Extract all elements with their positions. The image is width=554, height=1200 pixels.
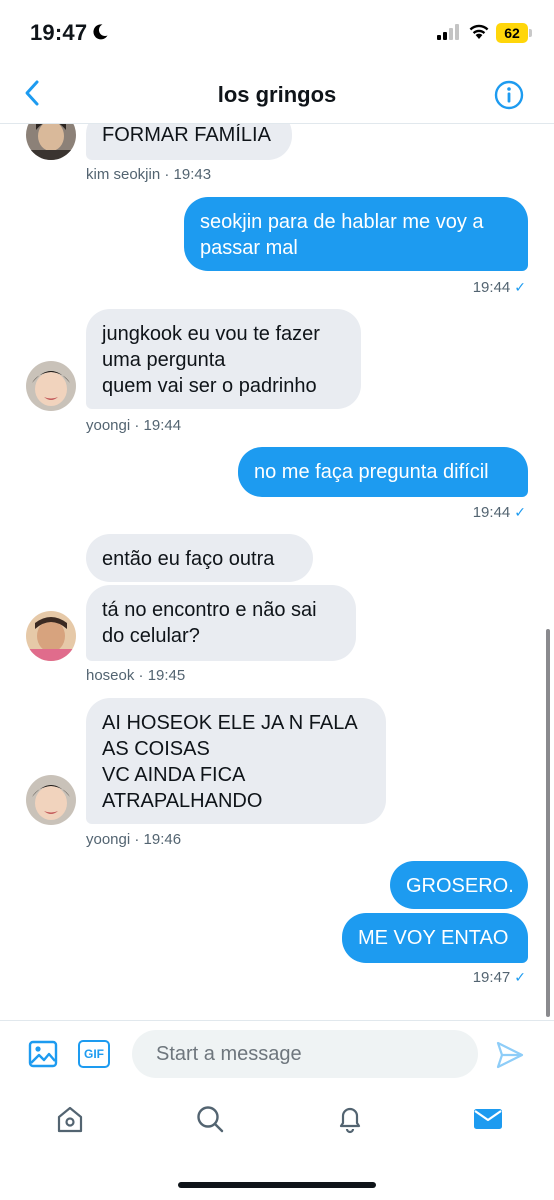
message-bubble[interactable]: GROSERO. <box>390 861 528 909</box>
battery-indicator: 62 <box>496 23 532 43</box>
mail-icon[interactable] <box>473 1104 503 1134</box>
scrollbar-thumb[interactable] <box>546 629 550 1017</box>
avatar-yoongi[interactable] <box>26 775 76 825</box>
search-icon[interactable] <box>195 1104 225 1134</box>
message-bubble[interactable]: AI HOSEOK ELE JA N FALA AS COISAS VC AIN… <box>86 698 386 824</box>
message-meta: hoseok · 19:45 <box>86 667 186 684</box>
status-time: 19:47 <box>30 20 88 45</box>
message-time: 19:47 <box>472 969 511 986</box>
message-bubble[interactable]: FORMAR FAMÍLIA <box>86 124 292 160</box>
message-bubble[interactable]: no me faça pregunta difícil <box>238 447 528 497</box>
read-receipt-icon: ✓ <box>514 279 526 295</box>
gif-icon[interactable]: GIF <box>78 1040 110 1068</box>
message-time: 19:44 <box>472 504 511 521</box>
message-bubble[interactable]: seokjin para de hablar me voy a passar m… <box>184 197 528 271</box>
read-receipt-icon: ✓ <box>514 504 526 520</box>
wifi-icon <box>469 24 489 39</box>
home-icon[interactable] <box>55 1104 85 1134</box>
message-input[interactable] <box>132 1030 478 1078</box>
home-indicator <box>178 1182 376 1188</box>
info-icon[interactable] <box>494 80 524 110</box>
read-receipt-icon: ✓ <box>514 969 526 985</box>
message-meta: 19:47 ✓ <box>473 969 526 986</box>
moon-icon <box>93 24 108 40</box>
message-meta: 19:44 ✓ <box>473 504 526 521</box>
message-bubble[interactable]: ME VOY ENTAO <box>342 913 528 963</box>
message-meta: 19:44 ✓ <box>473 279 526 296</box>
avatar-hoseok[interactable] <box>26 611 76 661</box>
status-bar: 19:47 62 <box>0 0 554 66</box>
image-icon[interactable] <box>28 1039 58 1069</box>
conversation-title[interactable]: los gringos <box>0 82 554 108</box>
message-composer: GIF <box>0 1020 554 1090</box>
bell-icon[interactable] <box>335 1104 365 1134</box>
message-meta: kim seokjin · 19:43 <box>86 166 212 183</box>
conversation-header: los gringos <box>0 66 554 124</box>
message-bubble[interactable]: então eu faço outra <box>86 534 313 582</box>
message-meta: yoongi · 19:44 <box>86 417 182 434</box>
message-bubble[interactable]: jungkook eu vou te fazer uma pergunta qu… <box>86 309 361 409</box>
avatar-kim-seokjin[interactable] <box>26 124 76 160</box>
avatar-yoongi[interactable] <box>26 361 76 411</box>
cellular-signal-icon <box>437 24 459 40</box>
message-meta: yoongi · 19:46 <box>86 831 182 848</box>
battery-nub <box>529 29 532 37</box>
message-list[interactable]: FORMAR FAMÍLIA kim seokjin · 19:43 seokj… <box>0 124 554 1020</box>
battery-level: 62 <box>504 25 520 41</box>
send-icon[interactable] <box>495 1040 525 1070</box>
message-time: 19:44 <box>472 279 511 296</box>
message-bubble[interactable]: tá no encontro e não sai do celular? <box>86 585 356 661</box>
